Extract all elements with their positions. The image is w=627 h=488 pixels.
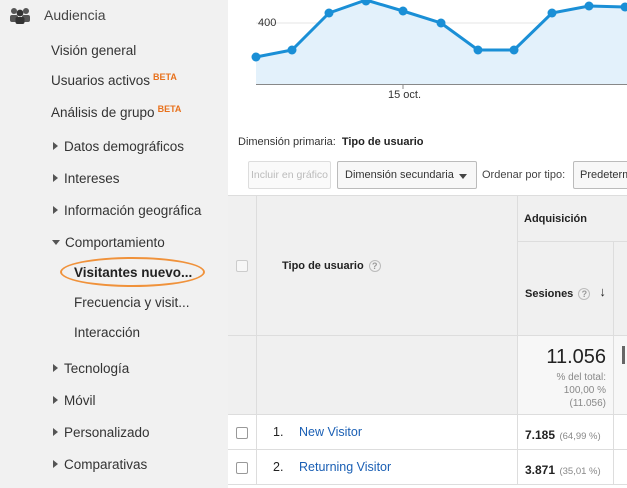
totals-pct-label: % del total: xyxy=(556,372,606,383)
plot-rows-button[interactable]: Incluir en gráfico xyxy=(248,161,331,189)
highlight-ellipse xyxy=(60,257,205,287)
row-sessions: 3.871 (35,01 %) xyxy=(525,461,601,479)
sidebar-item-label: Análisis de grupo xyxy=(51,105,155,120)
caret-right-icon xyxy=(53,460,58,468)
row-sessions-cell: 7.185 (64,99 %) xyxy=(518,415,614,450)
totals-value: 11.056 xyxy=(546,346,606,368)
main-content: 400 15 oct. Dimensión primaria: Tipo de u… xyxy=(228,0,627,488)
row-sessions-pct: (35,01 %) xyxy=(559,466,601,477)
totals-percentage: % del total: 100,00 % (11.056) xyxy=(557,371,606,410)
row-index: 2. xyxy=(273,460,284,474)
sidebar-item-label: Móvil xyxy=(64,393,96,408)
sidebar-item-label: Personalizado xyxy=(64,425,150,440)
totals-sessions-cell: 11.056 % del total: 100,00 % (11.056) xyxy=(518,336,614,415)
row-checkbox[interactable] xyxy=(236,427,248,439)
row-sessions-pct: (64,99 %) xyxy=(559,431,601,442)
row-sessions-value: 7.185 xyxy=(525,428,556,442)
secondary-dimension-label: Dimensión secundaria xyxy=(345,169,454,181)
row-checkbox[interactable] xyxy=(236,462,248,474)
sessions-header[interactable]: Sesiones? ↓ xyxy=(525,284,606,301)
sidebar-item-movil[interactable]: Móvil xyxy=(53,393,96,408)
sidebar-item-label: Comportamiento xyxy=(65,235,165,250)
primary-dimension: Dimensión primaria: Tipo de usuario xyxy=(238,136,424,148)
sidebar-item-personalizado[interactable]: Personalizado xyxy=(53,425,150,440)
sidebar-item-usuarios-activos[interactable]: Usuarios activos BETA xyxy=(51,72,177,88)
sidebar-item-informacion-geografica[interactable]: Información geográfica xyxy=(53,203,201,218)
sidebar-item-label: Comparativas xyxy=(64,457,148,472)
caret-down-icon xyxy=(52,240,60,245)
sidebar-item-label: Datos demográficos xyxy=(64,139,185,154)
sidebar-item-comparativas[interactable]: Comparativas xyxy=(53,457,147,472)
row-sessions: 7.185 (64,99 %) xyxy=(525,426,601,444)
table-row-checkbox-cell xyxy=(228,450,257,485)
primary-dimension-value[interactable]: Tipo de usuario xyxy=(342,136,424,148)
group-header-cell: Adquisición xyxy=(518,195,627,242)
beta-badge: BETA xyxy=(157,104,182,114)
metric-header-cell: Sesiones? ↓ xyxy=(518,242,614,336)
sidebar-item-vision-general[interactable]: Visión general xyxy=(51,43,136,58)
data-table: Tipo de usuario? Adquisición Sesiones? ↓… xyxy=(228,195,627,488)
sort-type-dropdown[interactable]: Predeterm xyxy=(573,161,627,189)
totals-pct-value: 100,00 % xyxy=(563,385,606,396)
sort-type-label: Ordenar por tipo: xyxy=(482,169,566,181)
sidebar-item-label: Intereses xyxy=(64,171,120,186)
chart-area xyxy=(256,0,627,84)
sidebar-item-label: Usuarios activos xyxy=(51,73,151,88)
dimension-header-cell: Tipo de usuario? xyxy=(257,195,518,336)
sidebar-item-datos-demograficos[interactable]: Datos demográficos xyxy=(53,139,184,154)
sidebar-subitem-frecuencia[interactable]: Frecuencia y visit... xyxy=(74,295,190,310)
secondary-dimension-dropdown[interactable]: Dimensión secundaria xyxy=(337,161,477,189)
select-all-checkbox[interactable] xyxy=(236,260,248,272)
chevron-down-icon xyxy=(459,174,467,179)
sidebar-item-intereses[interactable]: Intereses xyxy=(53,171,120,186)
sidebar: Audiencia Visión general Usuarios activo… xyxy=(0,0,228,488)
caret-right-icon xyxy=(53,364,58,372)
row-next-cell xyxy=(614,415,627,450)
totals-next-cell xyxy=(614,336,627,415)
caret-right-icon xyxy=(53,206,58,214)
row-index: 1. xyxy=(273,425,284,439)
table-toolbar: Incluir en gráfico Dimensión secundaria … xyxy=(228,161,627,191)
beta-badge: BETA xyxy=(153,72,177,82)
header-checkbox-cell xyxy=(228,195,257,336)
sidebar-item-label: Visión general xyxy=(51,43,137,58)
sidebar-subitem-interaccion[interactable]: Interacción xyxy=(74,325,140,340)
y-tick-label: 400 xyxy=(258,17,277,29)
sidebar-item-comportamiento[interactable]: Comportamiento xyxy=(52,235,165,250)
caret-right-icon xyxy=(53,396,58,404)
caret-right-icon xyxy=(53,428,58,436)
next-metric-header-cell xyxy=(614,242,627,336)
row-next-cell xyxy=(614,450,627,485)
totals-checkbox-cell xyxy=(228,336,257,415)
x-tick-label: 15 oct. xyxy=(388,89,422,101)
table-row-checkbox-cell xyxy=(228,415,257,450)
row-sessions-cell: 3.871 (35,01 %) xyxy=(518,450,614,485)
sort-descending-icon[interactable]: ↓ xyxy=(599,284,606,299)
audience-section-header[interactable]: Audiencia xyxy=(8,4,106,26)
help-icon[interactable]: ? xyxy=(578,288,591,301)
row-sessions-value: 3.871 xyxy=(525,463,556,477)
help-icon[interactable]: ? xyxy=(368,260,381,273)
sessions-line-chart xyxy=(251,0,627,89)
people-icon xyxy=(10,8,30,24)
row-link-new-visitor[interactable]: New Visitor xyxy=(299,425,362,439)
sidebar-item-label: Tecnología xyxy=(64,361,130,376)
primary-dimension-label: Dimensión primaria: xyxy=(238,136,336,148)
totals-label-cell xyxy=(257,336,518,415)
truncated-value xyxy=(622,346,625,364)
totals-abs: (11.056) xyxy=(569,398,606,409)
table-row: 1. New Visitor xyxy=(257,415,518,450)
sidebar-item-analisis-de-grupo[interactable]: Análisis de grupo BETA xyxy=(51,104,182,120)
caret-right-icon xyxy=(53,174,58,182)
audience-section-label: Audiencia xyxy=(44,7,106,23)
dimension-header[interactable]: Tipo de usuario? xyxy=(282,260,381,273)
sessions-header-label: Sesiones xyxy=(525,288,574,300)
table-row: 2. Returning Visitor xyxy=(257,450,518,485)
sidebar-item-tecnologia[interactable]: Tecnología xyxy=(53,361,129,376)
sidebar-item-label: Información geográfica xyxy=(64,203,202,218)
row-link-returning-visitor[interactable]: Returning Visitor xyxy=(299,460,391,474)
caret-right-icon xyxy=(53,142,58,150)
acquisition-group-header: Adquisición xyxy=(524,213,587,225)
dimension-header-label: Tipo de usuario xyxy=(282,260,364,272)
